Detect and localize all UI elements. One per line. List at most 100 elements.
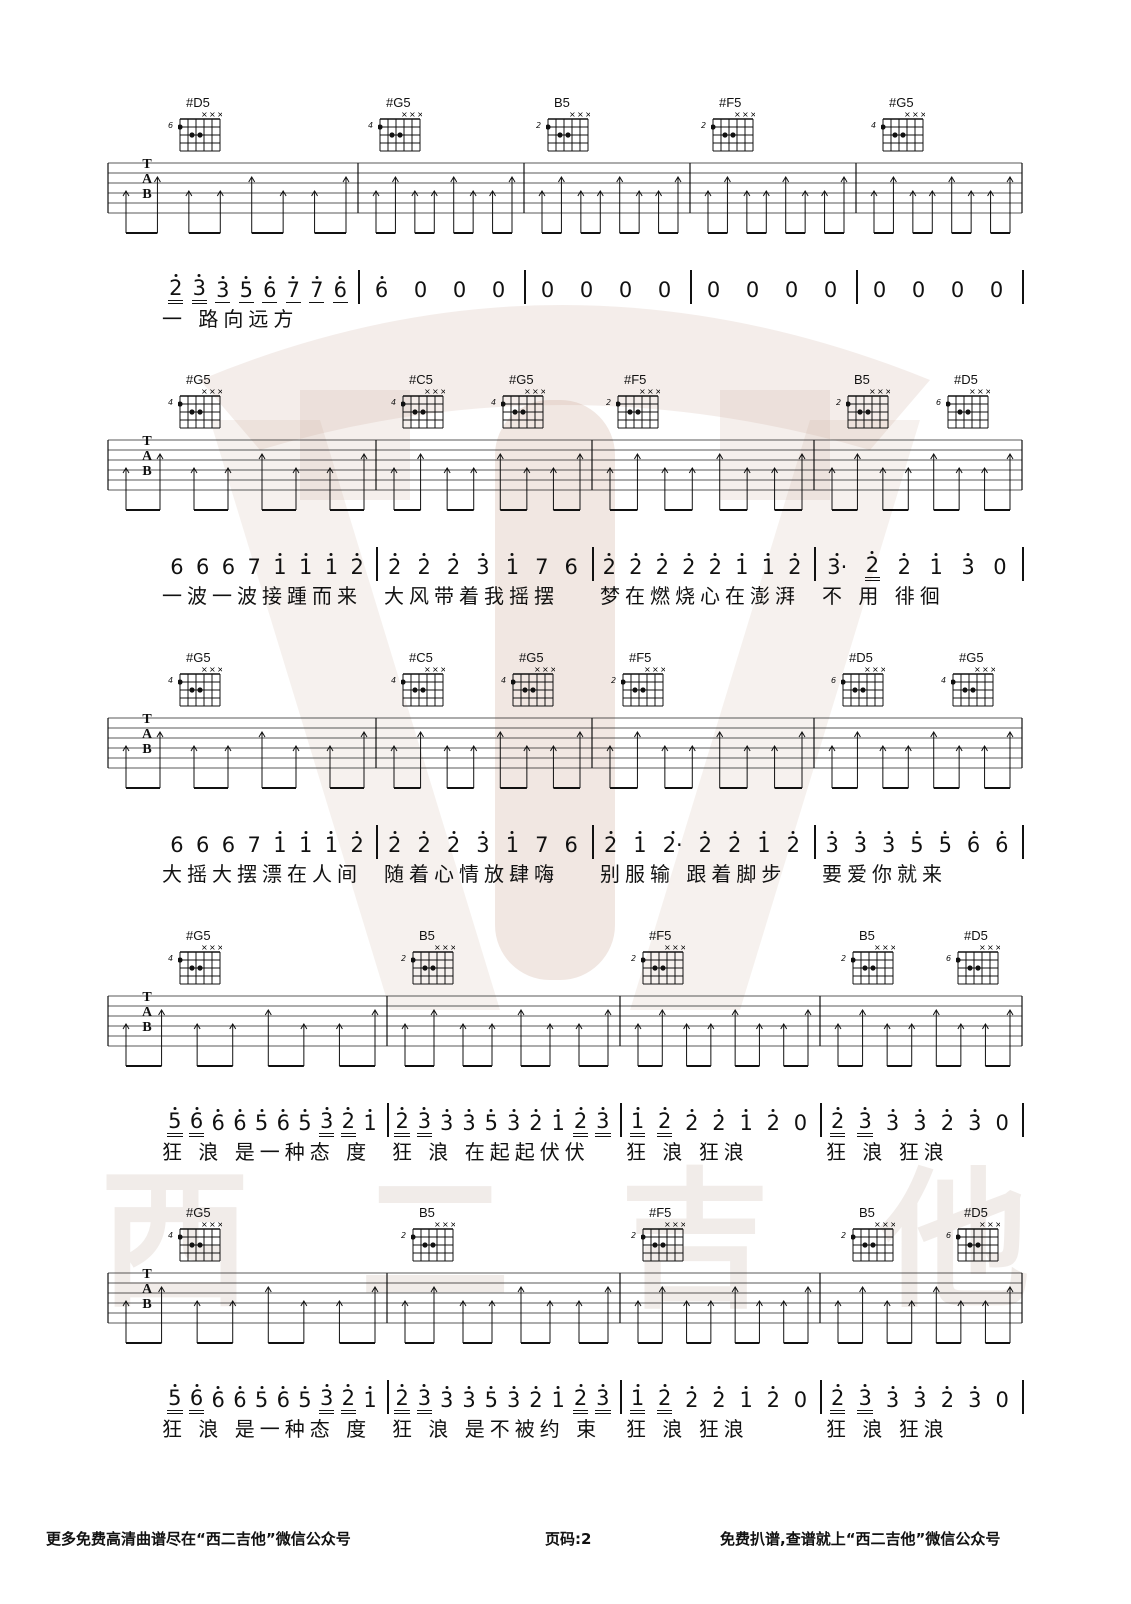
finger-dot (860, 687, 866, 693)
finger-dot (189, 1242, 195, 1248)
chord-fret-number: 2 (606, 398, 612, 407)
muted-string-mark: × (652, 665, 659, 674)
tab-clef: TAB (140, 990, 154, 1035)
finger-dot (641, 957, 646, 963)
chord-grid: × × × (411, 943, 455, 985)
jianpu-note: 0 (995, 1111, 1009, 1135)
chord-grid: × × × (846, 387, 890, 429)
finger-dot (189, 409, 195, 415)
chord-fret-number: 4 (168, 398, 174, 407)
lyrics-row: 狂 浪 是一种态 度狂 浪 在起起伏伏 狂 浪 狂浪 狂 浪 狂浪 (0, 1136, 1131, 1166)
finger-dot (965, 409, 971, 415)
finger-dot (975, 965, 981, 971)
jianpu-note: 1 (505, 555, 520, 579)
chord-row: #G5 4 × × × #C5 4 × × × #G5 4 × × × #F5 2 × × × B5 2 × × × #D5 6 × ×… (0, 372, 1131, 432)
jianpu-note: 2 (682, 555, 696, 579)
jianpu-note: 7 (309, 277, 325, 303)
chord-diagram: #C5 4 × × × (391, 650, 455, 710)
jianpu-note: 5 (484, 1111, 499, 1135)
jianpu-note: 5 (167, 1386, 183, 1414)
finger-dot (189, 687, 195, 693)
jianpu-note: 1 (629, 1109, 646, 1137)
chord-grid: × × × (401, 387, 445, 429)
muted-string-mark: × (985, 387, 990, 396)
tab-staff (107, 439, 1023, 511)
chord-fret-number: 4 (391, 398, 397, 407)
jianpu-note: 5 (910, 833, 924, 857)
muted-string-mark: × (982, 665, 989, 674)
chord-name: #F5 (624, 372, 647, 387)
finger-dot (412, 687, 418, 693)
jianpu-barline (1022, 1380, 1024, 1414)
chord-grid: × × × (881, 110, 925, 152)
chord-fret-number: 6 (946, 1231, 952, 1240)
jianpu-note: 5 (167, 1109, 183, 1137)
tab-clef-letter: B (142, 187, 152, 202)
chord-diagram: #F5 2 × × × (631, 928, 695, 988)
jianpu-note: 1 (273, 833, 287, 857)
jianpu-note: 1 (551, 1388, 565, 1412)
finger-dot (189, 132, 195, 138)
jianpu-note: 1 (929, 555, 943, 579)
finger-dot (430, 1242, 436, 1248)
finger-dot (411, 957, 416, 963)
lyric-phrase: 不 用 徘徊 (822, 584, 945, 608)
jianpu-note: 3 (318, 1386, 335, 1414)
jianpu-barline (690, 270, 692, 304)
jianpu-note: 2 (350, 833, 364, 857)
muted-string-mark: × (569, 110, 576, 119)
muted-string-mark: × (742, 110, 749, 119)
lyrics-row: 大摇大摆漂在人间 随着心情放肆嗨 别服输 跟着脚步 要爱你就来 (0, 858, 1131, 888)
finger-dot (401, 679, 406, 685)
chord-diagram: #D5 6 × × × (831, 650, 895, 710)
chord-name: B5 (419, 928, 435, 943)
finger-dot (565, 132, 571, 138)
jianpu-note: 2 (629, 555, 643, 579)
muted-string-mark: × (869, 387, 876, 396)
jianpu-note: 3 (857, 1109, 873, 1137)
finger-dot (870, 965, 876, 971)
jianpu-note: 1 (363, 1111, 377, 1135)
finger-dot (862, 965, 868, 971)
muted-string-mark: × (209, 387, 216, 396)
jianpu-barline (1022, 270, 1024, 304)
jianpu-barline (387, 1380, 389, 1414)
chord-fret-number: 6 (936, 398, 942, 407)
jianpu-barline (524, 270, 526, 304)
muted-string-mark: × (442, 943, 449, 952)
chord-grid: × × × (621, 665, 665, 707)
muted-string-mark: × (201, 110, 208, 119)
jianpu-note: 0 (911, 278, 926, 302)
jianpu-note: 2 (940, 1111, 955, 1135)
chord-fret-number: 2 (836, 398, 842, 407)
jianpu-barline (1022, 1103, 1024, 1137)
muted-string-mark: × (440, 665, 445, 674)
chord-fret-number: 4 (391, 676, 397, 685)
jianpu-note: 3 (416, 1386, 433, 1414)
jianpu-note: 3 (913, 1111, 927, 1135)
chord-fret-number: 4 (501, 676, 507, 685)
muted-string-mark: × (217, 1220, 222, 1229)
finger-dot (956, 957, 961, 963)
jianpu-note: 3 (440, 1111, 454, 1135)
jianpu-note: 2 (603, 833, 618, 857)
jianpu-note: 3 (318, 1109, 335, 1137)
muted-string-mark: × (880, 665, 885, 674)
jianpu-note: 6 (262, 277, 278, 303)
jianpu-note: 6 (233, 1388, 247, 1412)
jianpu-note: 5 (254, 1388, 269, 1412)
finger-dot (197, 1242, 203, 1248)
muted-string-mark: × (450, 943, 455, 952)
lyric-phrase: 狂 浪 狂浪 (626, 1417, 749, 1441)
finger-dot (957, 409, 963, 415)
jianpu-note: 7 (247, 555, 261, 579)
finger-dot (970, 687, 976, 693)
chord-fret-number: 6 (946, 954, 952, 963)
chord-name: #D5 (954, 372, 978, 387)
muted-string-mark: × (672, 1220, 679, 1229)
chord-name: #F5 (649, 928, 672, 943)
chord-grid: × × × (841, 665, 885, 707)
chord-fret-number: 4 (368, 121, 374, 130)
jianpu-barline (358, 270, 360, 304)
jianpu-note: 2 (766, 1388, 780, 1412)
